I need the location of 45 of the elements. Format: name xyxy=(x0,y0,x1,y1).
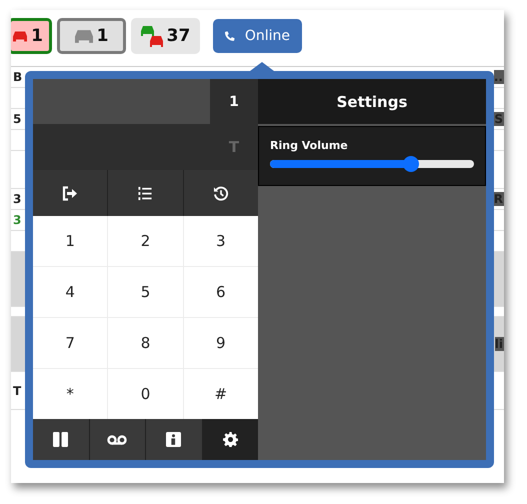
table-cell-text: 3 xyxy=(12,213,22,227)
pause-icon xyxy=(53,432,68,447)
keypad-key[interactable]: 2 xyxy=(108,216,183,266)
keypad-key[interactable]: 7 xyxy=(33,318,108,368)
ring-volume-label: Ring Volume xyxy=(270,139,349,152)
volume-slider[interactable] xyxy=(270,156,474,172)
table-cell-text: .. xyxy=(494,70,504,84)
numbered-list-icon xyxy=(137,186,154,200)
info-icon xyxy=(166,432,182,447)
keypad-key[interactable]: 0 xyxy=(108,369,183,419)
logout-button[interactable] xyxy=(33,170,108,216)
keypad-key[interactable]: 3 xyxy=(184,216,258,266)
phone-icon xyxy=(225,29,235,43)
keypad-key[interactable]: 6 xyxy=(184,267,258,317)
keypad-key[interactable]: 9 xyxy=(184,318,258,368)
line-number: 1 xyxy=(210,79,258,124)
keypad-key[interactable]: * xyxy=(33,369,108,419)
keypad-key[interactable]: 1 xyxy=(33,216,108,266)
table-cell-text: B xyxy=(12,70,22,84)
car-count-badge[interactable]: 37 xyxy=(131,18,200,54)
voicemail-icon xyxy=(107,434,128,444)
keypad-key[interactable]: 4 xyxy=(33,267,108,317)
settings-icon xyxy=(222,432,238,447)
keypad-key[interactable]: # xyxy=(184,369,258,419)
table-cell-text: 3 xyxy=(12,192,22,206)
status-button[interactable]: Online xyxy=(213,19,302,53)
car-count-badge[interactable]: 1 xyxy=(57,18,126,54)
table-cell-text: T xyxy=(12,384,22,398)
settings-title: Settings xyxy=(258,79,486,124)
table-cell-text: 5 xyxy=(12,112,22,126)
car-icon xyxy=(74,30,93,42)
keypad-key[interactable]: 5 xyxy=(108,267,183,317)
history-icon xyxy=(212,186,229,200)
history-button[interactable] xyxy=(184,170,258,216)
voicemail-button[interactable] xyxy=(90,419,145,460)
list-button[interactable] xyxy=(108,170,183,216)
dial-field[interactable] xyxy=(33,124,210,170)
car-count-badge[interactable]: 1 xyxy=(11,18,52,54)
car-icon xyxy=(13,30,28,42)
info-button[interactable] xyxy=(146,419,202,460)
sign-out-icon xyxy=(62,186,78,200)
pause-button[interactable] xyxy=(33,419,88,460)
cars-icon xyxy=(140,26,163,46)
keypad-key[interactable]: 8 xyxy=(108,318,183,368)
mode-label: T xyxy=(210,124,258,170)
